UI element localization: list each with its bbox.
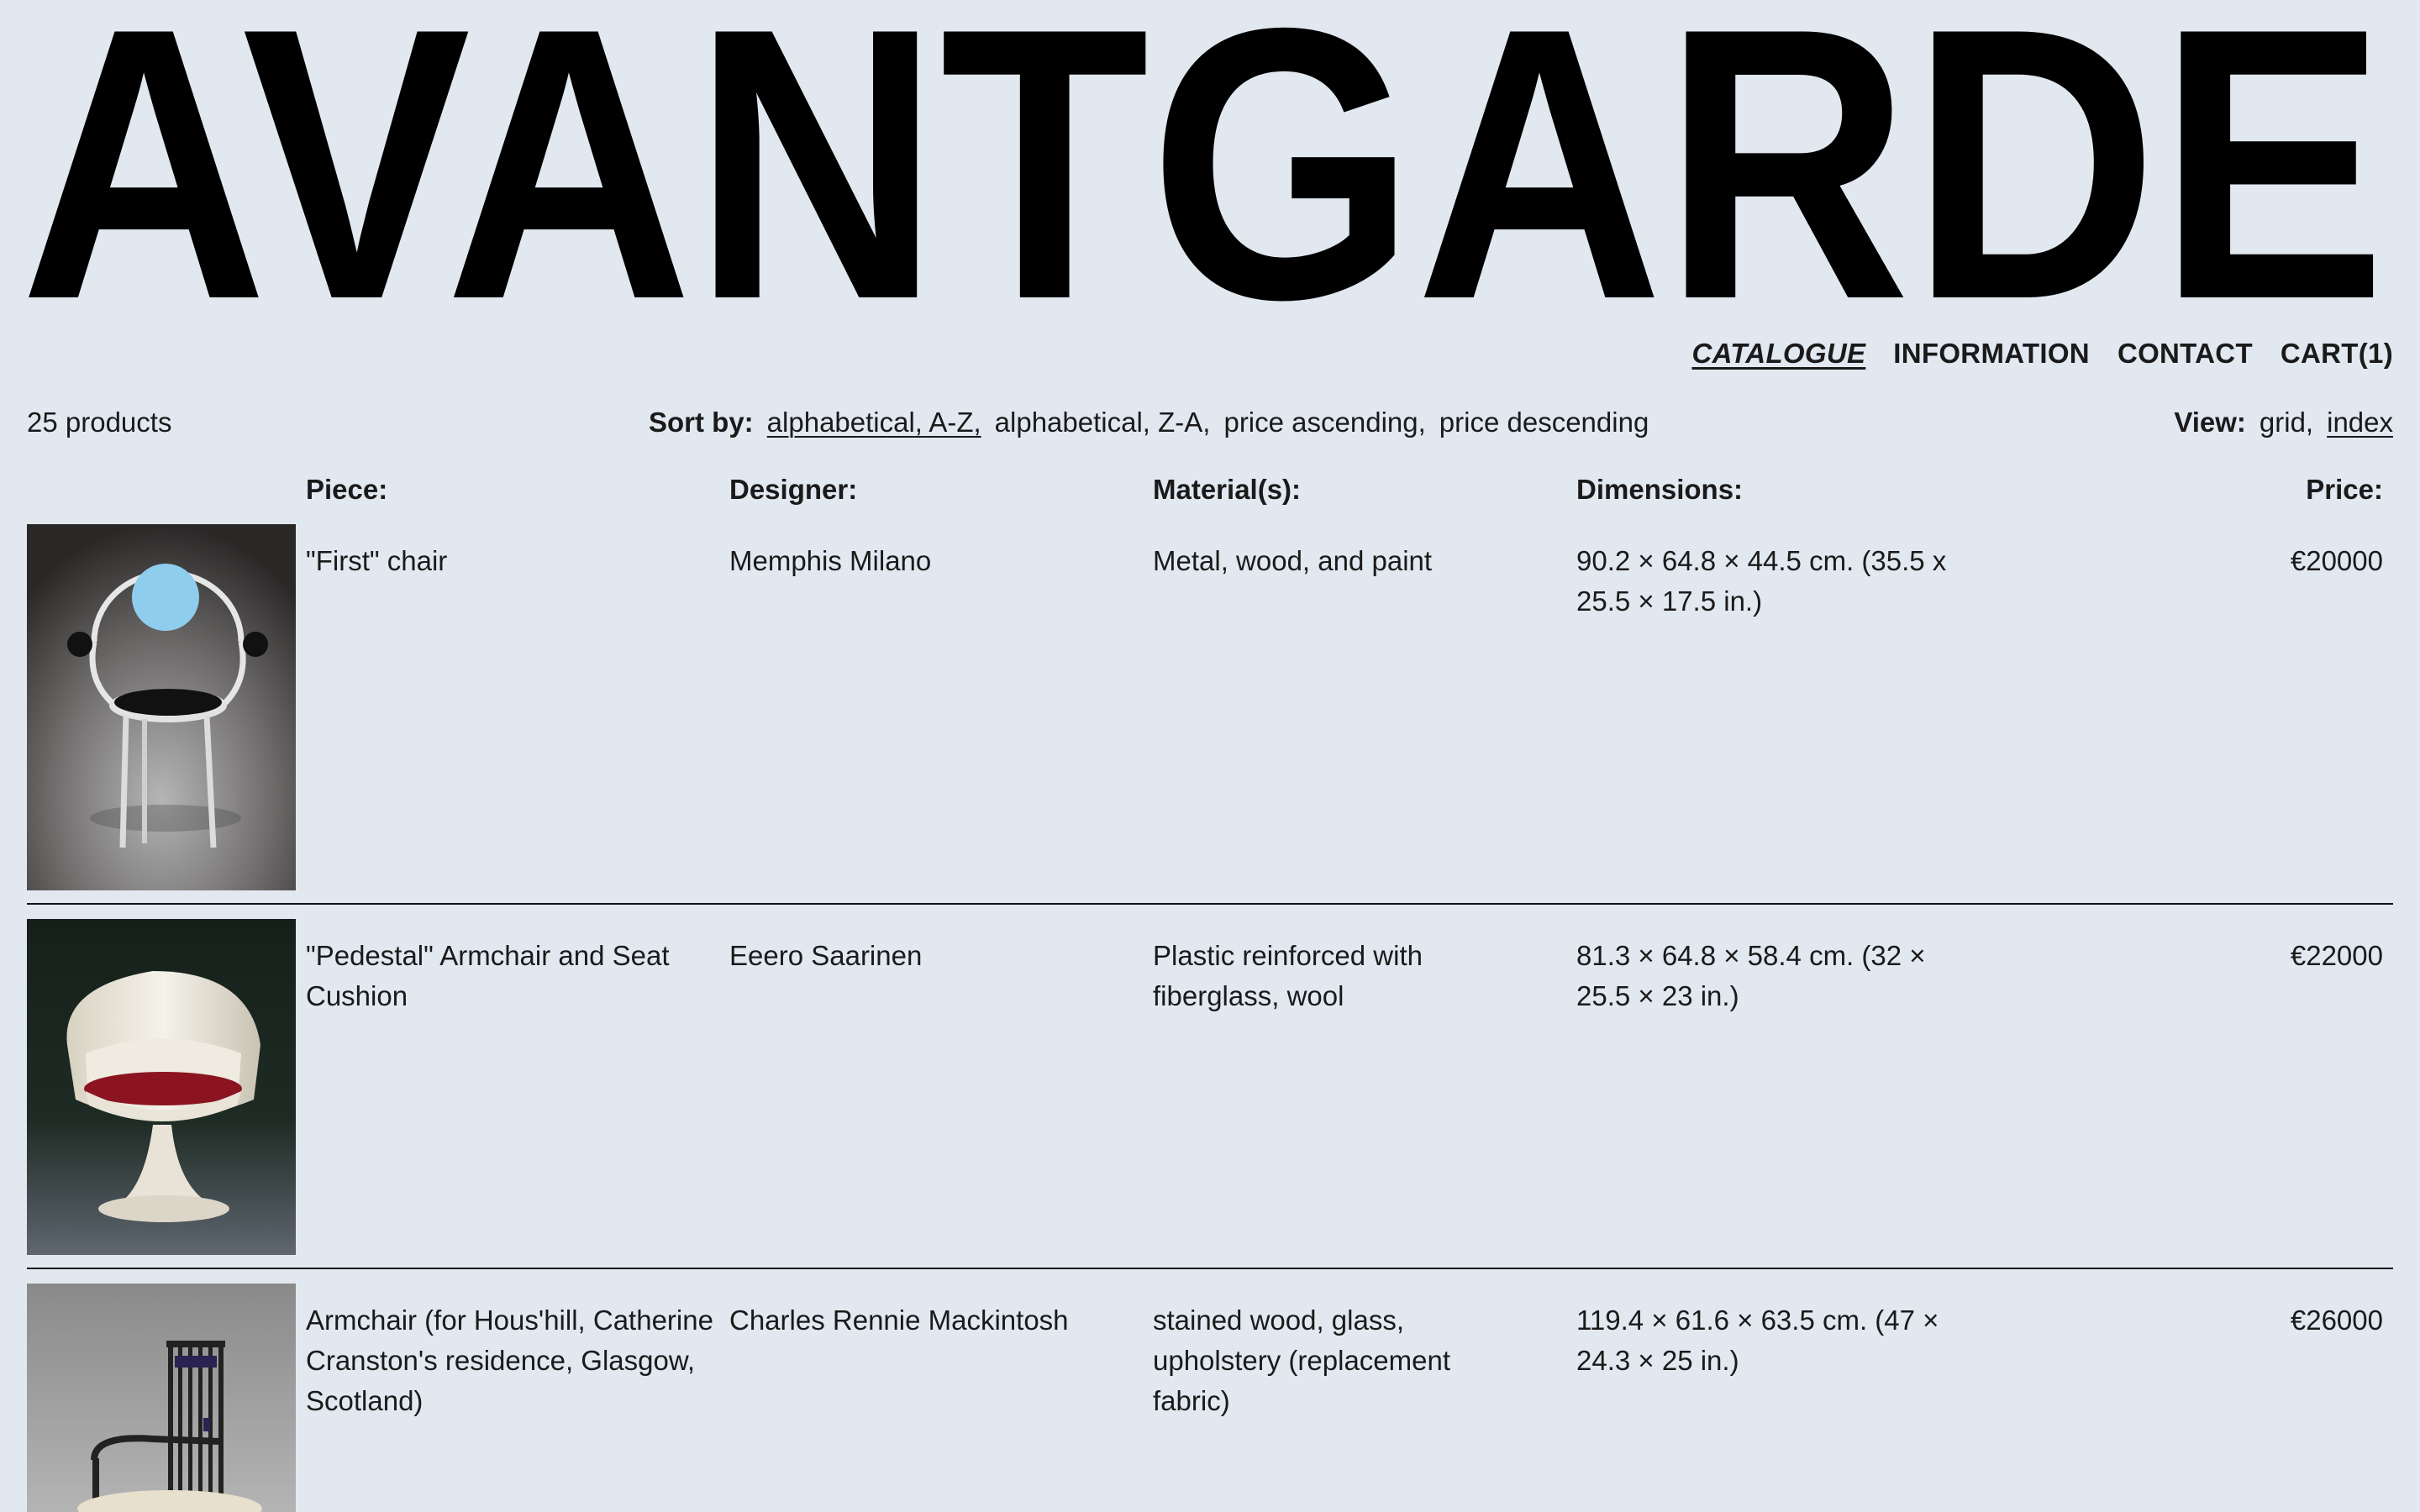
row-dimensions: 81.3 × 64.8 × 58.4 cm. (32 × 25.5 × 23 i…: [1576, 940, 1926, 1011]
nav-catalogue[interactable]: CATALOGUE: [1691, 338, 1865, 370]
sort-label: Sort by:: [649, 407, 754, 438]
view-index[interactable]: index: [2327, 407, 2393, 438]
row-material: Metal, wood, and paint: [1153, 545, 1433, 576]
row-piece[interactable]: "First" chair: [306, 541, 718, 581]
nav-cart[interactable]: CART(1): [2281, 338, 2393, 370]
row-dimensions: 119.4 × 61.6 × 63.5 cm. (47 × 24.3 × 25 …: [1576, 1305, 1939, 1376]
row-piece[interactable]: "Pedestal" Armchair and Seat Cushion: [306, 936, 718, 1016]
nav-contact[interactable]: CONTACT: [2118, 338, 2253, 370]
header-dimensions: Dimensions:: [1576, 474, 1744, 505]
row-divider: [27, 1268, 2393, 1269]
table-row[interactable]: "Pedestal" Armchair and Seat Cushion Eee…: [27, 919, 2393, 1255]
header-material: Material(s):: [1153, 474, 1302, 505]
row-price: €26000: [2290, 1305, 2383, 1336]
row-piece[interactable]: Armchair (for Hous'hill, Catherine Crans…: [306, 1300, 718, 1421]
row-material: stained wood, glass, upholstery (replace…: [1153, 1305, 1451, 1416]
view-label: View:: [2174, 407, 2246, 438]
table-row[interactable]: Armchair (for Hous'hill, Catherine Crans…: [27, 1284, 2393, 1512]
sort-price-asc[interactable]: price ascending,: [1223, 407, 1425, 438]
catalogue-page: AVANTGARDE CATALOGUE INFORMATION CONTACT…: [0, 0, 2420, 1512]
nav-information[interactable]: INFORMATION: [1893, 338, 2090, 370]
sort-controls: Sort by: alphabetical, A-Z, alphabetical…: [649, 407, 1649, 438]
sort-alpha-az[interactable]: alphabetical, A-Z,: [767, 407, 981, 438]
row-designer: Eeero Saarinen: [729, 940, 923, 971]
mackintosh-armchair-photo[interactable]: [27, 1284, 296, 1512]
row-dimensions: 90.2 × 64.8 × 44.5 cm. (35.5 x 25.5 × 17…: [1576, 545, 1947, 617]
header-price: Price:: [2306, 474, 2383, 505]
product-count: 25 products: [27, 407, 172, 438]
row-price: €22000: [2290, 940, 2383, 971]
brand-logo-text: AVANTGARDE: [20, 2, 2386, 314]
row-divider: [27, 903, 2393, 905]
catalogue-toolbar: 25 products Sort by: alphabetical, A-Z, …: [27, 407, 2393, 440]
first-chair-photo[interactable]: [27, 524, 296, 890]
sort-price-desc[interactable]: price descending: [1439, 407, 1649, 438]
row-designer: Charles Rennie Mackintosh: [729, 1305, 1069, 1336]
header-piece: Piece:: [306, 474, 388, 505]
main-nav: CATALOGUE INFORMATION CONTACT CART(1): [1691, 338, 2393, 370]
table-row[interactable]: "First" chair Memphis Milano Metal, wood…: [27, 524, 2393, 890]
sort-alpha-za[interactable]: alphabetical, Z-A,: [995, 407, 1211, 438]
row-price: €20000: [2290, 545, 2383, 576]
view-grid[interactable]: grid,: [2260, 407, 2313, 438]
row-designer: Memphis Milano: [729, 545, 932, 576]
view-controls: View: grid, index: [2174, 407, 2393, 438]
row-material: Plastic reinforced with fiberglass, wool: [1153, 940, 1423, 1011]
header-designer: Designer:: [729, 474, 858, 505]
brand-logo[interactable]: AVANTGARDE: [20, 2, 2403, 314]
pedestal-armchair-photo[interactable]: [27, 919, 296, 1255]
